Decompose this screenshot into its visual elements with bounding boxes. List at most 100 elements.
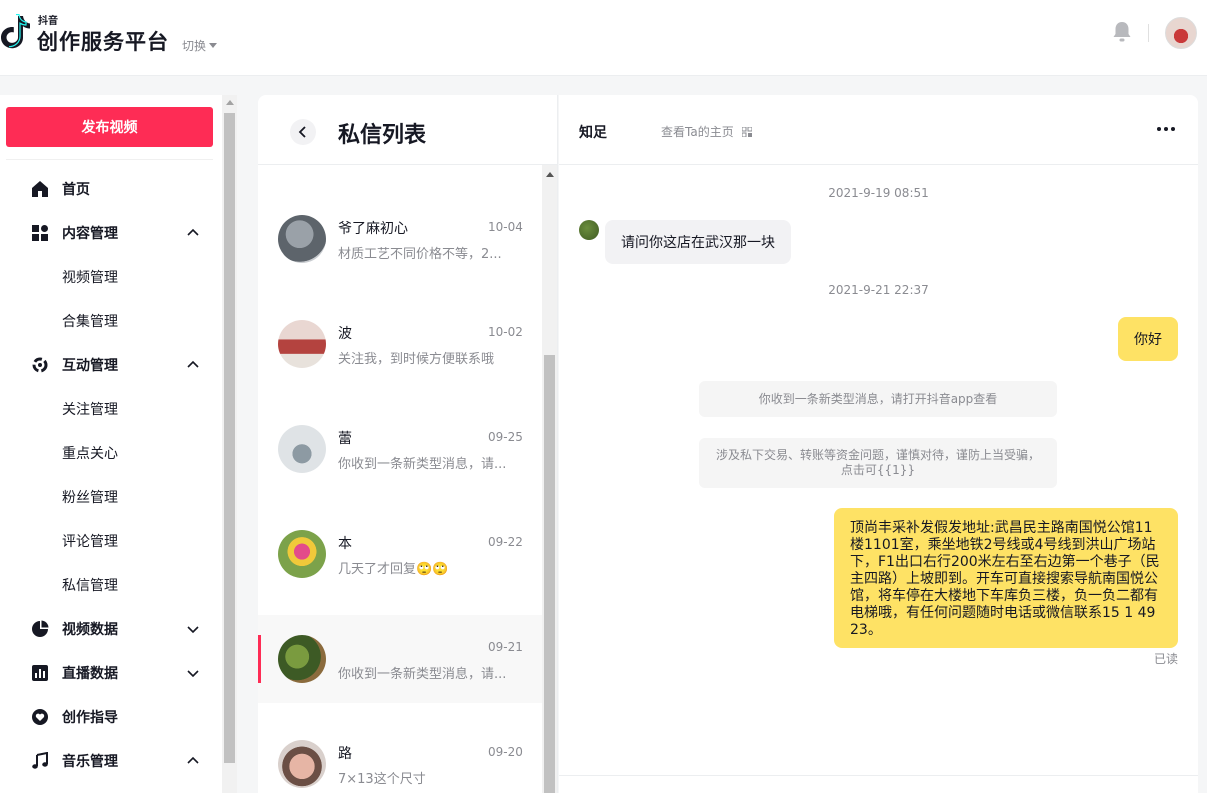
- header-divider: [1148, 24, 1149, 42]
- chevron-down-icon[interactable]: [186, 622, 200, 636]
- conversation-date: 10-02: [488, 325, 523, 339]
- sidebar-item-content[interactable]: 内容管理: [0, 211, 222, 255]
- sidebar-item-live-data[interactable]: 直播数据: [0, 651, 222, 695]
- conversation-name: 波: [338, 326, 352, 342]
- conversation-date: 10-04: [488, 220, 523, 234]
- sidebar-divider: [6, 159, 213, 160]
- conversation-item[interactable]: 爷了麻初心 10-04 材质工艺不同价格不等，2...: [258, 195, 542, 283]
- content-icon: [32, 225, 48, 241]
- home-icon: [32, 181, 48, 197]
- sidebar-item-creation-guide[interactable]: 创作指导: [0, 695, 222, 739]
- sidebar-scroll-thumb[interactable]: [224, 113, 235, 763]
- chat-panel: 知足 查看Ta的主页 2021-9-19 08:51 请问你这店在武汉那一块 2…: [559, 95, 1198, 793]
- sidebar: 发布视频 首页 内容管理 视频管理 合集管理 互动管理 关注管理 重点关心 粉丝…: [0, 95, 222, 793]
- conversation-snippet: 关注我，到时候方便联系哦: [338, 352, 495, 367]
- conversation-snippet: 材质工艺不同价格不等，2...: [338, 247, 502, 262]
- conversation-date: 09-25: [488, 430, 523, 444]
- switch-label: 切换: [182, 39, 207, 53]
- avatar: [278, 740, 326, 788]
- sidebar-item-interaction[interactable]: 互动管理: [0, 343, 222, 387]
- chevron-left-icon: [298, 126, 306, 138]
- sidebar-subitem-follow-manage[interactable]: 关注管理: [62, 387, 118, 431]
- sidebar-subitem-collection-manage[interactable]: 合集管理: [62, 299, 118, 343]
- conversation-date: 09-22: [488, 535, 523, 549]
- chevron-down-icon[interactable]: [186, 666, 200, 680]
- qr-code-icon[interactable]: [741, 126, 752, 137]
- sidebar-subitem-comment-manage[interactable]: 评论管理: [62, 519, 118, 563]
- switch-dropdown[interactable]: 切换: [182, 37, 218, 54]
- brand-title[interactable]: 创作服务平台: [37, 26, 169, 56]
- incoming-message: 请问你这店在武汉那一块: [605, 220, 791, 264]
- conversation-name: 爷了麻初心: [338, 221, 408, 237]
- publish-video-button[interactable]: 发布视频: [6, 107, 213, 147]
- conversation-item-active[interactable]: 09-21 你收到一条新类型消息，请...: [258, 615, 542, 703]
- pie-chart-icon: [32, 620, 49, 637]
- view-profile-label: 查看Ta的主页: [661, 125, 734, 139]
- sidebar-scrollbar[interactable]: [222, 95, 237, 793]
- sidebar-item-home[interactable]: 首页: [0, 167, 222, 211]
- conversation-date: 09-20: [488, 745, 523, 759]
- top-header: 抖音 创作服务平台 切换: [0, 0, 1207, 76]
- sidebar-item-label: 直播数据: [62, 666, 118, 682]
- message-list-title: 私信列表: [338, 123, 427, 148]
- read-status: 已读: [1154, 652, 1179, 666]
- user-avatar[interactable]: [1165, 17, 1197, 49]
- outgoing-message: 顶尚丰采补发假发地址:武昌民主路南国悦公馆11楼1101室，乘坐地铁2号线或4号…: [834, 508, 1178, 648]
- caret-down-icon: [209, 43, 218, 48]
- brand-small-label: 抖音: [38, 16, 58, 27]
- heart-icon: [32, 709, 48, 725]
- sidebar-item-label: 音乐管理: [62, 754, 118, 770]
- chat-footer-divider: [559, 775, 1198, 776]
- message-timestamp: 2021-9-19 08:51: [828, 186, 929, 200]
- sidebar-subitem-message-manage[interactable]: 私信管理: [62, 563, 118, 607]
- avatar: [278, 635, 326, 683]
- conversation-date: 09-21: [488, 640, 523, 654]
- system-notice: 你收到一条新类型消息，请打开抖音app查看: [699, 381, 1057, 417]
- outgoing-message: 你好: [1118, 317, 1178, 361]
- sidebar-item-label: 互动管理: [62, 358, 118, 374]
- chevron-up-icon[interactable]: [186, 226, 200, 240]
- conversation-snippet: 几天了才回复🙄🙄: [338, 562, 449, 577]
- chevron-up-icon[interactable]: [186, 754, 200, 768]
- conversation-item[interactable]: 路 09-20 7×13这个尺寸: [258, 720, 542, 793]
- chevron-up-icon[interactable]: [186, 358, 200, 372]
- scroll-up-arrow-icon[interactable]: [546, 172, 554, 177]
- back-button[interactable]: [290, 119, 316, 145]
- conversation-item[interactable]: 本 09-22 几天了才回复🙄🙄: [258, 510, 542, 598]
- conversation-item[interactable]: 波 10-02 关注我，到时候方便联系哦: [258, 300, 542, 388]
- sidebar-subitem-fans-manage[interactable]: 粉丝管理: [62, 475, 118, 519]
- message-list-scrollbar[interactable]: [542, 165, 557, 793]
- message-list-header: 私信列表: [258, 95, 558, 165]
- sidebar-item-label: 视频数据: [62, 622, 118, 638]
- message-list-panel: 私信列表 爷了麻初心 10-04 材质工艺不同价格不等，2... 波 10-02…: [258, 95, 558, 793]
- sidebar-subitem-key-care[interactable]: 重点关心: [62, 431, 118, 475]
- avatar: [278, 215, 326, 263]
- avatar: [278, 320, 326, 368]
- bell-icon[interactable]: [1112, 21, 1132, 43]
- avatar: [278, 425, 326, 473]
- conversation-item[interactable]: 蕾 09-25 你收到一条新类型消息，请...: [258, 405, 542, 493]
- scroll-up-arrow-icon[interactable]: [226, 100, 234, 105]
- conversation-snippet: 7×13这个尺寸: [338, 772, 426, 787]
- sidebar-item-label: 首页: [62, 182, 90, 198]
- system-warning: 涉及私下交易、转账等资金问题，谨慎对待，谨防上当受骗，点击可{{1}}: [699, 438, 1057, 488]
- sidebar-subitem-video-manage[interactable]: 视频管理: [62, 255, 118, 299]
- more-options-icon[interactable]: [1157, 127, 1175, 131]
- sidebar-item-label: 内容管理: [62, 226, 118, 242]
- sidebar-item-label: 创作指导: [62, 710, 118, 726]
- interaction-icon: [32, 357, 48, 373]
- sidebar-item-music-manage[interactable]: 音乐管理: [0, 739, 222, 783]
- avatar: [278, 530, 326, 578]
- chat-contact-name: 知足: [579, 125, 607, 141]
- conversation-name: 蕾: [338, 431, 352, 447]
- chat-header: 知足 查看Ta的主页: [559, 95, 1198, 165]
- douyin-logo-icon[interactable]: [0, 14, 32, 52]
- contact-avatar: [579, 220, 599, 240]
- message-timestamp: 2021-9-21 22:37: [828, 283, 929, 297]
- view-profile-link[interactable]: 查看Ta的主页: [661, 123, 752, 140]
- conversation-snippet: 你收到一条新类型消息，请...: [338, 667, 507, 682]
- conversation-name: 本: [338, 536, 352, 552]
- bar-chart-icon: [32, 665, 48, 681]
- sidebar-item-video-data[interactable]: 视频数据: [0, 607, 222, 651]
- message-list-scroll-thumb[interactable]: [544, 355, 555, 793]
